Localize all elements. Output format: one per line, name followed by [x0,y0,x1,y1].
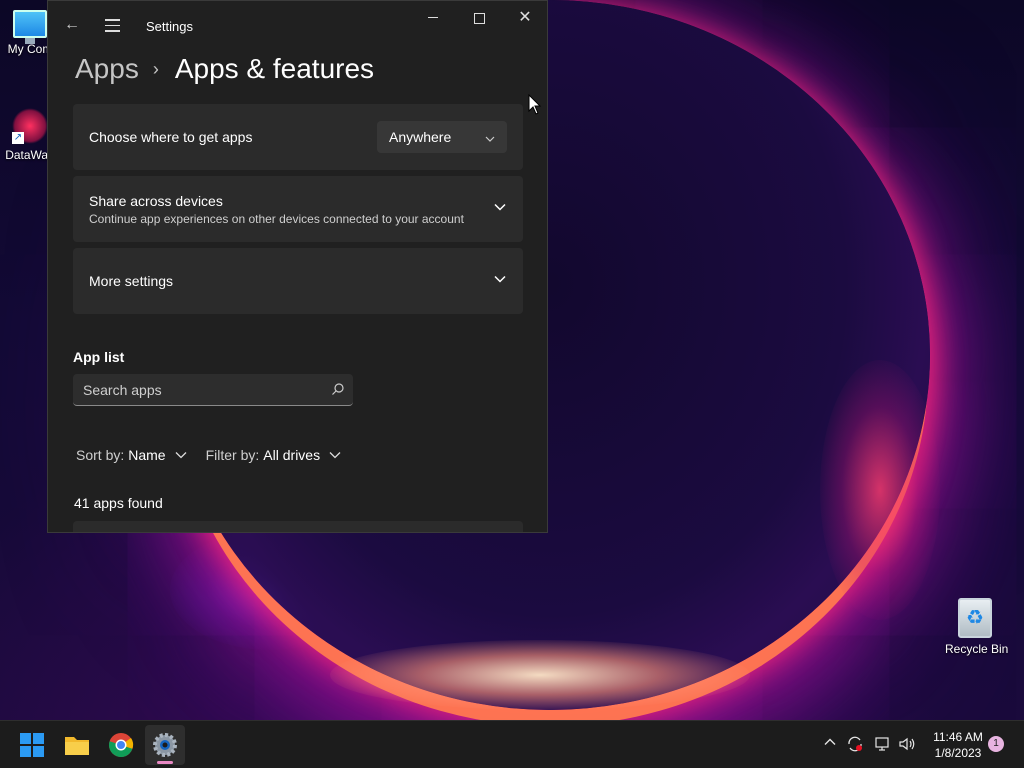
sort-dropdown[interactable]: Sort by: Name [76,447,188,463]
chevron-down-icon [485,131,495,147]
choose-app-source-card: Choose where to get apps Anywhere [73,104,523,170]
datawagon-icon: ↗ [12,108,48,144]
gear-icon [153,733,177,757]
desktop-icon-label: Recycle Bin [945,642,1009,656]
card-title: Share across devices [89,193,223,209]
mouse-cursor-icon [528,94,542,115]
sync-icon[interactable] [846,735,864,756]
more-settings-card[interactable]: More settings [73,248,523,314]
apps-found-count: 41 apps found [74,495,163,511]
share-across-devices-card[interactable]: Share across devices Continue app experi… [73,176,523,242]
hamburger-menu-icon[interactable] [102,15,122,35]
breadcrumb-parent-apps[interactable]: Apps [75,53,139,85]
shortcut-arrow-icon: ↗ [12,132,24,144]
chevron-down-icon[interactable] [493,200,507,214]
chevron-down-icon [329,452,341,459]
taskbar: 11:46 AM 1/8/2023 [0,720,1024,768]
card-title: More settings [89,273,174,289]
clock-date: 1/8/2023 [934,746,982,760]
folder-icon [65,737,89,755]
filter-value: All drives [263,447,321,463]
window-title: Settings [146,19,193,34]
maximize-button[interactable] [456,1,502,35]
filter-label: Filter by: [205,447,260,463]
app-source-dropdown[interactable]: Anywhere [377,121,507,153]
dropdown-value: Anywhere [389,129,452,145]
start-button[interactable] [12,725,52,765]
card-subtitle: Continue app experiences on other device… [89,212,464,226]
close-button[interactable]: ✕ [502,1,547,35]
settings-taskbar-button[interactable] [145,725,185,765]
search-icon [331,382,345,401]
desktop-icon-recycle-bin[interactable]: ♻ Recycle Bin [945,598,1009,656]
app-list-item[interactable] [73,521,523,532]
title-bar[interactable]: ← Settings ✕ [48,1,547,49]
chrome-icon [109,733,134,757]
clock-time: 11:46 AM [933,730,983,744]
clock[interactable]: 11:46 AM 1/8/2023 [928,729,988,761]
settings-window: ← Settings ✕ Apps › Apps & features Choo… [47,0,548,533]
chevron-right-icon: › [152,58,159,79]
show-hidden-icons-chevron-up-icon[interactable] [823,735,837,752]
chevron-down-icon [175,452,187,459]
wallpaper-glow-bottom [330,640,750,710]
active-app-indicator [157,761,173,764]
notification-badge[interactable]: 1 [988,736,1004,752]
network-icon[interactable] [873,735,891,756]
sort-value: Name [128,447,166,463]
page-title: Apps & features [174,53,375,84]
windows-logo-icon [20,733,44,757]
chrome-button[interactable] [101,725,141,765]
volume-icon[interactable] [898,735,916,756]
sort-filter-row: Sort by: Name Filter by: All drives [76,447,342,463]
filter-dropdown[interactable]: Filter by: All drives [206,447,342,463]
breadcrumb: Apps › Apps & features [75,49,374,89]
app-list-heading: App list [73,349,125,365]
sort-label: Sort by: [76,447,125,463]
file-explorer-button[interactable] [57,725,97,765]
search-input[interactable] [73,374,323,405]
chevron-down-icon[interactable] [493,272,507,286]
recycle-bin-icon: ♻ [958,598,992,638]
back-arrow-icon[interactable]: ← [62,15,82,35]
card-title: Choose where to get apps [89,129,253,145]
minimize-button[interactable] [410,1,456,35]
computer-icon [13,10,47,44]
wallpaper-glow-right [820,360,940,620]
search-apps-box[interactable] [73,374,353,406]
